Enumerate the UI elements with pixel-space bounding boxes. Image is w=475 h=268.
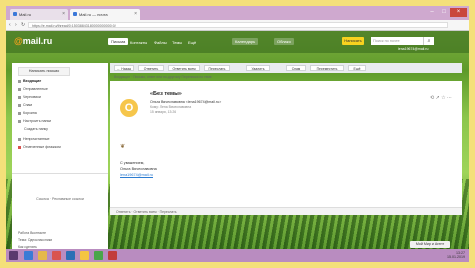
signature-line: С уважением, bbox=[120, 161, 145, 165]
message-sender[interactable]: Ольга Вячеславовна <lena19674@mail.ru> bbox=[150, 100, 221, 104]
favicon-icon bbox=[73, 12, 77, 16]
start-icon[interactable] bbox=[9, 251, 18, 260]
sidebar-footer-link[interactable]: Работа Вконтакте bbox=[18, 231, 46, 235]
favicon-icon bbox=[13, 12, 17, 16]
search-icon[interactable]: ⌕ bbox=[423, 37, 434, 45]
move-button[interactable]: Переместить bbox=[310, 65, 344, 71]
nav-more[interactable]: Ещё bbox=[188, 40, 196, 45]
user-email[interactable]: lena19674@mail.ru bbox=[398, 47, 428, 51]
signature-link[interactable]: lena19674@mail.ru bbox=[120, 173, 153, 177]
tab-mailru[interactable]: Mail.ru × bbox=[10, 9, 68, 20]
reply-button[interactable]: Ответить bbox=[138, 65, 164, 71]
avatar: О bbox=[120, 99, 138, 117]
filter-flagged[interactable]: Отмеченные флажком bbox=[18, 145, 61, 149]
cloud-link[interactable]: Облако bbox=[274, 38, 294, 45]
nav-contacts[interactable]: Контакты bbox=[130, 40, 147, 45]
tab-label: Mail.ru — почта bbox=[79, 12, 108, 17]
message-subject: «Без темы» bbox=[150, 91, 182, 97]
filter-unread[interactable]: Непрочитанные bbox=[18, 137, 50, 141]
chrome-icon[interactable] bbox=[80, 251, 89, 260]
body-ornament-icon: ❦ bbox=[120, 144, 126, 150]
spam-button[interactable]: Спам bbox=[286, 65, 306, 71]
breadcrumb[interactable]: Входящие · Письмо, ответ или по-другому … bbox=[114, 75, 212, 79]
calendar-link[interactable]: Календарь bbox=[232, 38, 259, 45]
folder-icon bbox=[18, 95, 21, 99]
delete-button[interactable]: Удалить bbox=[246, 65, 270, 71]
maximize-button[interactable]: □ bbox=[438, 8, 450, 17]
folder-inbox[interactable]: Входящие bbox=[18, 79, 41, 83]
message-actions-icon[interactable]: ⟲ ↗ ☆ ⋯ bbox=[430, 95, 452, 101]
folder-spam[interactable]: Спам bbox=[18, 103, 32, 107]
yellow-action-button[interactable]: Написать bbox=[342, 37, 364, 45]
tab-label: Mail.ru bbox=[19, 12, 32, 17]
nav-letters[interactable]: Письма bbox=[108, 38, 129, 45]
close-tab-icon[interactable]: × bbox=[62, 11, 65, 17]
message-recipient: Кому: Лена Вячеславовна bbox=[150, 105, 192, 109]
mail-toolbar: ← Назад Ответить Ответить всем Переслать… bbox=[110, 63, 462, 73]
chat-button[interactable]: Мой Мир и Агент bbox=[410, 241, 450, 248]
mailru-logo[interactable]: @mail.ru bbox=[14, 36, 52, 46]
folder-icon bbox=[18, 79, 21, 83]
opera-icon[interactable] bbox=[52, 251, 61, 260]
system-clock[interactable]: 13:27 15.01.2019 bbox=[447, 251, 465, 260]
filter-icon bbox=[18, 137, 21, 141]
forward-icon[interactable]: › bbox=[15, 22, 17, 28]
folder-icon bbox=[18, 119, 21, 123]
app-icon[interactable] bbox=[108, 251, 117, 260]
minimize-button[interactable]: – bbox=[426, 8, 438, 17]
app-icon[interactable] bbox=[94, 251, 103, 260]
folder-settings-link[interactable]: Настроить папки bbox=[18, 119, 51, 123]
forward-button[interactable]: Переслать bbox=[204, 65, 230, 71]
create-folder-link[interactable]: Создать папку bbox=[24, 127, 48, 131]
mailru-page: @mail.ru Письма Контакты Файлы Темы Ещё … bbox=[6, 31, 469, 249]
message-view: О «Без темы» Ольга Вячеславовна <lena196… bbox=[110, 81, 462, 207]
message-date: 15 января, 13:26 bbox=[150, 110, 177, 114]
reply-all-button[interactable]: Ответить всем bbox=[168, 65, 200, 71]
folder-sent[interactable]: Отправленные bbox=[18, 87, 48, 91]
clock-date: 15.01.2019 bbox=[447, 255, 465, 260]
reload-icon[interactable]: ↻ bbox=[21, 22, 25, 28]
quick-reply-bar[interactable]: Ответить · Ответить всем · Переслать bbox=[110, 207, 462, 215]
sidebar-footer-link[interactable]: Тема: Одноклассники bbox=[18, 238, 52, 242]
address-bar: ‹ › ↻ https://e.mail.ru/thread/0:1503884… bbox=[6, 20, 469, 31]
browser-titlebar: Mail.ru × Mail.ru — почта × – □ × bbox=[6, 6, 469, 20]
folder-icon[interactable] bbox=[38, 251, 47, 260]
tab-mail-active[interactable]: Mail.ru — почта × bbox=[70, 9, 140, 20]
close-window-button[interactable]: × bbox=[450, 8, 467, 17]
sidebar-ad[interactable]: Ссылка · Рекламные ссылки bbox=[12, 173, 108, 224]
signature-name: Ольга Вячеславовна bbox=[120, 167, 157, 171]
back-button[interactable]: ← Назад bbox=[114, 65, 134, 71]
close-tab-icon[interactable]: × bbox=[134, 11, 137, 17]
nav-files[interactable]: Файлы bbox=[154, 40, 167, 45]
folder-icon bbox=[18, 111, 21, 115]
folder-trash[interactable]: Корзина bbox=[18, 111, 37, 115]
folder-drafts[interactable]: Черновики bbox=[18, 95, 41, 99]
mailru-header: @mail.ru Письма Контакты Файлы Темы Ещё … bbox=[6, 31, 469, 53]
compose-button[interactable]: Написать письмо bbox=[18, 67, 70, 76]
desktop-window: Mail.ru × Mail.ru — почта × – □ × ‹ › ↻ … bbox=[6, 6, 469, 262]
more-button[interactable]: Ещё bbox=[348, 65, 366, 71]
nav-themes[interactable]: Темы bbox=[172, 40, 182, 45]
back-icon[interactable]: ‹ bbox=[9, 22, 11, 28]
url-input[interactable]: https://e.mail.ru/thread/0:1503884318000… bbox=[28, 22, 448, 28]
mail-search-input[interactable]: Поиск по почте bbox=[371, 37, 423, 45]
ie-icon[interactable] bbox=[24, 251, 33, 260]
word-icon[interactable] bbox=[66, 251, 75, 260]
folder-icon bbox=[18, 103, 21, 107]
windows-taskbar: 13:27 15.01.2019 bbox=[6, 249, 469, 262]
mail-sidebar: Написать письмо Входящие Отправленные Че… bbox=[12, 63, 108, 249]
folder-icon bbox=[18, 87, 21, 91]
flag-icon bbox=[18, 145, 21, 149]
